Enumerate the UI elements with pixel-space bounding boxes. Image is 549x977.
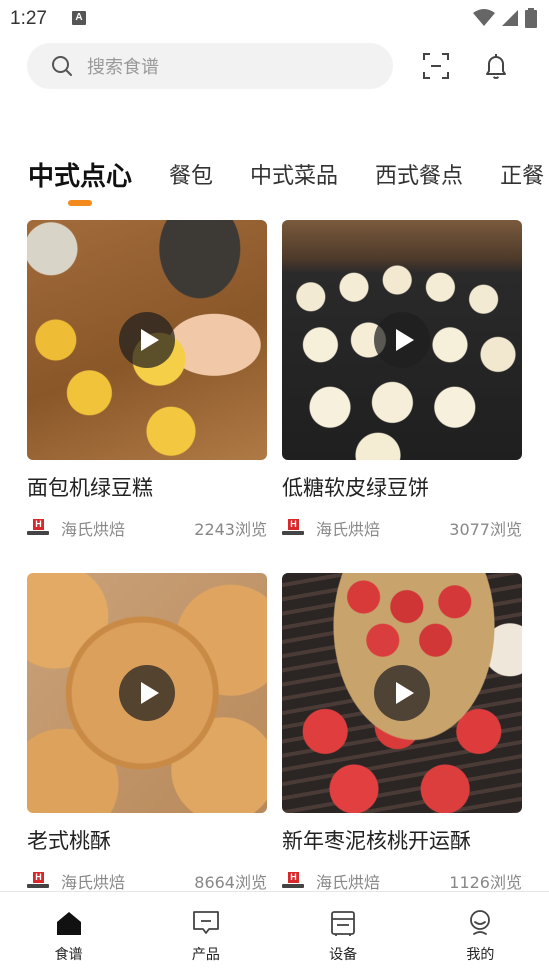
profile-icon	[470, 910, 491, 935]
recipe-card[interactable]: 面包机绿豆糕 H 海氏烘焙 2243浏览	[27, 220, 267, 540]
notification-a-icon: A	[72, 11, 86, 25]
recipe-video-thumbnail[interactable]	[27, 573, 267, 813]
status-time: 1:27	[10, 8, 47, 29]
brand-logo-icon: H	[282, 872, 304, 890]
tab-chinese-dim-sum[interactable]: 中式点心	[28, 160, 132, 194]
nav-label: 我的	[466, 947, 495, 963]
recipe-card[interactable]: 低糖软皮绿豆饼 H 海氏烘焙 3077浏览	[282, 220, 522, 540]
nav-item-profile[interactable]: 我的	[412, 892, 549, 977]
scan-button[interactable]	[420, 50, 452, 82]
recipe-meta: H 海氏烘焙 1126浏览	[282, 869, 522, 893]
recipe-views: 1126浏览	[449, 873, 522, 892]
recipe-views: 3077浏览	[449, 520, 522, 539]
play-icon[interactable]	[119, 312, 175, 368]
scan-icon	[423, 53, 449, 79]
recipe-title[interactable]: 新年枣泥核桃开运酥	[282, 825, 522, 857]
category-tabs: 中式点心 餐包 中式菜品 西式餐点 正餐	[28, 160, 549, 194]
recipe-author: 海氏烘焙	[61, 520, 126, 539]
search-input[interactable]: 搜索食谱	[27, 43, 393, 89]
play-icon[interactable]	[374, 312, 430, 368]
tab-chinese-dishes[interactable]: 中式菜品	[250, 160, 338, 194]
recipe-views: 2243浏览	[194, 520, 267, 539]
message-box-icon	[192, 911, 219, 934]
home-icon	[56, 912, 81, 935]
play-icon[interactable]	[119, 665, 175, 721]
recipe-video-thumbnail[interactable]	[27, 220, 267, 460]
brand-logo-icon: H	[282, 519, 304, 537]
recipe-meta: H 海氏烘焙 3077浏览	[282, 516, 522, 540]
device-icon	[331, 911, 356, 936]
search-placeholder: 搜索食谱	[87, 57, 159, 78]
recipe-author: 海氏烘焙	[316, 873, 381, 892]
recipe-video-thumbnail[interactable]	[282, 220, 522, 460]
recipe-title[interactable]: 低糖软皮绿豆饼	[282, 472, 522, 504]
nav-item-products[interactable]: 产品	[137, 892, 274, 977]
system-icons	[473, 8, 537, 28]
nav-label: 食谱	[54, 947, 83, 963]
search-icon	[52, 56, 72, 76]
recipe-title[interactable]: 面包机绿豆糕	[27, 472, 267, 504]
recipe-card[interactable]: 老式桃酥 H 海氏烘焙 8664浏览	[27, 573, 267, 893]
wifi-icon	[473, 9, 495, 26]
tab-main-meals[interactable]: 正餐	[500, 160, 544, 194]
tab-western-dishes[interactable]: 西式餐点	[375, 160, 463, 194]
recipe-views: 8664浏览	[194, 873, 267, 892]
nav-item-recipes[interactable]: 食谱	[0, 892, 137, 977]
recipe-author: 海氏烘焙	[316, 520, 381, 539]
status-bar: 1:27 A	[0, 0, 549, 38]
brand-logo-icon: H	[27, 872, 49, 890]
recipe-author: 海氏烘焙	[61, 873, 126, 892]
play-icon[interactable]	[374, 665, 430, 721]
cell-signal-icon	[502, 10, 518, 26]
notification-button[interactable]	[480, 50, 512, 82]
nav-label: 设备	[329, 947, 358, 963]
recipe-meta: H 海氏烘焙 2243浏览	[27, 516, 267, 540]
bottom-navigation: 食谱 产品 设备 我的	[0, 891, 549, 977]
bell-icon	[486, 54, 506, 79]
tab-bread-rolls[interactable]: 餐包	[169, 160, 213, 194]
recipe-meta: H 海氏烘焙 8664浏览	[27, 869, 267, 893]
battery-icon	[525, 8, 537, 28]
recipe-video-thumbnail[interactable]	[282, 573, 522, 813]
brand-logo-icon: H	[27, 519, 49, 537]
nav-item-devices[interactable]: 设备	[275, 892, 412, 977]
recipe-title[interactable]: 老式桃酥	[27, 825, 267, 857]
recipe-card[interactable]: 新年枣泥核桃开运酥 H 海氏烘焙 1126浏览	[282, 573, 522, 893]
nav-label: 产品	[191, 947, 220, 963]
